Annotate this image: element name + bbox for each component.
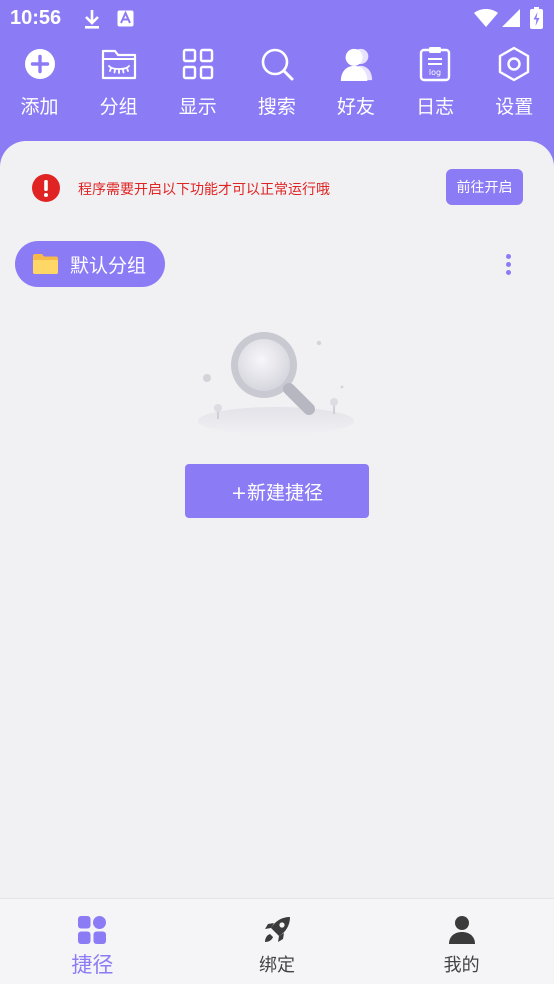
toolbar-group-button[interactable]: 分组	[79, 46, 158, 130]
toolbar-display-label: 显示	[178, 96, 217, 118]
toolbar-log-button[interactable]: log 日志	[396, 46, 475, 130]
toolbar-search-label: 搜索	[257, 96, 296, 118]
new-shortcut-button[interactable]: +新建捷径	[185, 464, 369, 518]
notice-text: 程序需要开启以下功能才可以正常运行哦	[78, 182, 330, 198]
nav-mine-label: 我的	[443, 955, 480, 976]
go-enable-button[interactable]: 前往开启	[446, 169, 523, 205]
toolbar-friends-button[interactable]: 好友	[317, 46, 396, 130]
status-bar: 10:56	[0, 0, 554, 36]
top-toolbar: 添加 分组 显示 搜索 好友 log 日志 设置	[0, 46, 554, 130]
toolbar-settings-button[interactable]: 设置	[475, 46, 554, 130]
toolbar-display-button[interactable]: 显示	[158, 46, 237, 130]
download-icon	[82, 8, 102, 34]
alert-icon	[32, 174, 60, 202]
nav-mine[interactable]: 我的	[369, 899, 554, 984]
status-time: 10:56	[10, 7, 62, 29]
empty-search-illustration	[196, 329, 356, 435]
toolbar-settings-label: 设置	[495, 96, 534, 118]
toolbar-log-label: 日志	[416, 96, 455, 118]
plus-circle-icon	[22, 46, 58, 82]
battery-charging-icon	[530, 7, 543, 33]
friends-icon	[338, 46, 374, 82]
signal-icon	[502, 9, 520, 31]
nav-bind-label: 绑定	[259, 955, 295, 976]
svg-text:log: log	[429, 68, 441, 77]
group-label: 默认分组	[70, 254, 147, 277]
nav-shortcuts-label: 捷径	[71, 953, 114, 977]
grid-icon	[180, 46, 216, 82]
default-group-chip[interactable]: 默认分组	[15, 241, 165, 287]
nav-bind[interactable]: 绑定	[185, 899, 370, 984]
search-icon	[259, 46, 295, 82]
toolbar-search-button[interactable]: 搜索	[237, 46, 316, 130]
toolbar-group-label: 分组	[99, 96, 138, 118]
profile-icon	[447, 915, 477, 945]
permission-notice: 程序需要开启以下功能才可以正常运行哦 前往开启	[32, 169, 523, 205]
more-options-icon[interactable]	[498, 249, 518, 279]
toolbar-friends-label: 好友	[337, 96, 376, 118]
bottom-nav: 捷径 绑定 我的	[0, 898, 554, 984]
font-a-icon	[117, 10, 134, 31]
main-content: 程序需要开启以下功能才可以正常运行哦 前往开启 默认分组 +新建捷径	[0, 141, 554, 898]
settings-hexagon-icon	[496, 46, 532, 82]
shortcuts-icon	[77, 915, 107, 945]
log-clipboard-icon: log	[417, 46, 453, 82]
folder-group-icon	[101, 46, 137, 82]
nav-shortcuts[interactable]: 捷径	[0, 899, 185, 984]
toolbar-add-label: 添加	[20, 96, 59, 118]
rocket-icon	[262, 915, 292, 945]
folder-icon	[33, 254, 58, 274]
toolbar-add-button[interactable]: 添加	[0, 46, 79, 130]
wifi-icon	[474, 9, 498, 31]
